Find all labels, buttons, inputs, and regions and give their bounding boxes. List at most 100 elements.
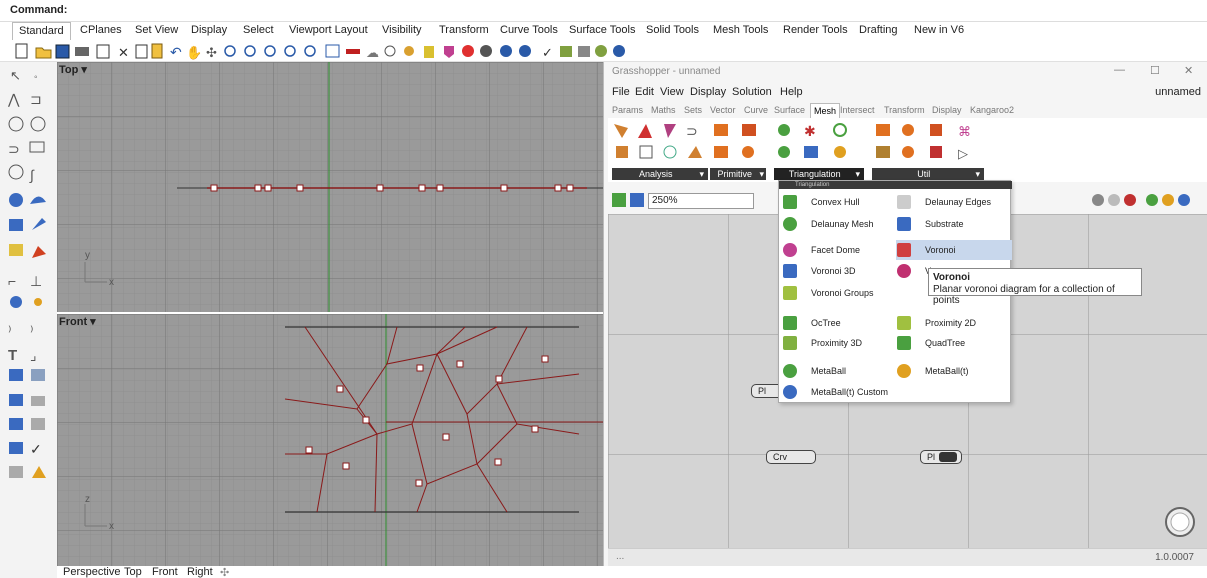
dimension-icon: ⌟	[30, 347, 37, 363]
tab-viewport-layout[interactable]: Viewport Layout	[289, 24, 368, 36]
tab-cplanes[interactable]: CPlanes	[80, 24, 122, 36]
tab-solid-tools[interactable]: Solid Tools	[646, 24, 699, 36]
maximize-icon[interactable]: ☐	[1150, 64, 1160, 77]
status-message: ...	[616, 551, 625, 562]
gh-tab-maths[interactable]: Maths	[651, 105, 676, 115]
left-tool-icons[interactable]: ↖ ◦ ⋀ ⊐ ⊃ ∫ ⌐ ⊥ ⁾ ⁾ T ⌟ ✓	[0, 62, 57, 578]
gh-tab-params[interactable]: Params	[612, 105, 643, 115]
gh-tab-mesh[interactable]: Mesh	[810, 103, 841, 118]
tab-display[interactable]: Display	[191, 24, 227, 36]
voronoi-edge	[316, 453, 328, 513]
menu-item-metaball-t[interactable]: MetaBall(t)	[897, 362, 1009, 382]
viewport-tab-front[interactable]: Front	[152, 566, 178, 578]
gh-file-icons[interactable]	[608, 188, 648, 212]
gh-tab-kangaroo2[interactable]: Kangaroo2	[970, 105, 1014, 115]
menu-item-proximity-3d[interactable]: Proximity 3D	[783, 334, 893, 354]
group-primitive[interactable]: Primitive ▾	[710, 168, 766, 180]
menu-item-metaball-t-custom[interactable]: MetaBall(t) Custom	[783, 383, 923, 403]
group-analysis[interactable]: Analysis ▾	[612, 168, 708, 180]
viewport-tab-right[interactable]: Right	[187, 566, 213, 578]
command-bar[interactable]: Command:	[0, 0, 1207, 22]
gh-menu-edit[interactable]: Edit	[635, 86, 654, 98]
compass-inner	[1170, 512, 1190, 532]
polyline-icon: ⋀	[7, 91, 20, 107]
gh-tab-intersect[interactable]: Intersect	[840, 105, 875, 115]
metaball-icon	[833, 123, 847, 137]
tab-drafting[interactable]: Drafting	[859, 24, 898, 36]
point-marker	[456, 360, 464, 368]
node-crv[interactable]: Crv	[766, 450, 816, 464]
tab-visibility[interactable]: Visibility	[382, 24, 422, 36]
navigation-compass[interactable]	[1160, 502, 1200, 542]
rotate-view-icon: ✣	[206, 45, 217, 60]
gh-preview-icons[interactable]	[1088, 188, 1207, 212]
gh-menu-display[interactable]: Display	[690, 86, 726, 98]
node-pl-2[interactable]: Pl	[920, 450, 962, 464]
menu-item-proximity-2d[interactable]: Proximity 2D	[897, 314, 1009, 334]
menu-item-convex-hull[interactable]: Convex Hull	[783, 193, 893, 213]
proximity-2d-item-icon	[897, 316, 911, 330]
menu-item-voronoi-groups[interactable]: Voronoi Groups	[783, 284, 893, 304]
tab-curve-tools[interactable]: Curve Tools	[500, 24, 558, 36]
gh-menu-file[interactable]: File	[612, 86, 630, 98]
close-icon[interactable]: ✕	[1184, 64, 1193, 77]
voronoi-3d-item-icon	[783, 264, 797, 278]
menu-item-substrate[interactable]: Substrate	[897, 215, 1009, 235]
trim-icon: ⊥	[30, 273, 42, 289]
viewport-front[interactable]: Front ▾ z x	[57, 314, 610, 566]
point-marker	[418, 184, 426, 192]
preview-wire-icon	[1108, 194, 1120, 206]
tab-select[interactable]: Select	[243, 24, 274, 36]
save-icon	[55, 44, 70, 59]
drafting-icon	[31, 369, 45, 381]
gh-tab-curve[interactable]: Curve	[744, 105, 768, 115]
menu-item-delaunay-mesh[interactable]: Delaunay Mesh	[783, 215, 893, 235]
solid-box-icon	[9, 219, 23, 231]
tab-surface-tools[interactable]: Surface Tools	[569, 24, 635, 36]
viewport-top[interactable]: Top ▾ y x	[57, 62, 610, 312]
viewport-tab-top[interactable]: Top	[124, 566, 142, 578]
viewport-tab-perspective[interactable]: Perspective	[63, 566, 120, 578]
menu-item-delaunay-edges[interactable]: Delaunay Edges	[897, 193, 1009, 213]
node-output-handle[interactable]	[939, 452, 957, 462]
options-icon: ✓	[542, 45, 553, 60]
voronoi-edge	[411, 423, 428, 485]
tab-render-tools[interactable]: Render Tools	[783, 24, 848, 36]
menu-item-facet-dome[interactable]: Facet Dome	[783, 241, 893, 261]
menu-item-quadtree[interactable]: QuadTree	[897, 334, 1009, 354]
tab-standard[interactable]: Standard	[12, 22, 71, 40]
point-marker	[500, 184, 508, 192]
gh-tab-vector[interactable]: Vector	[710, 105, 736, 115]
transform-icon	[32, 466, 46, 478]
mesh-sphere-ex-icon	[742, 146, 754, 158]
pan-icon: ✋	[186, 45, 202, 60]
gh-tab-transform[interactable]: Transform	[884, 105, 925, 115]
minimize-icon[interactable]: —	[1114, 64, 1125, 76]
menu-item-octree[interactable]: OcTree	[783, 314, 893, 334]
gh-tab-display[interactable]: Display	[932, 105, 962, 115]
gh-menu-view[interactable]: View	[660, 86, 684, 98]
toolbar-icons[interactable]: ✕ ↶ ✋ ✣ ☁ ✓	[0, 40, 760, 62]
group-util[interactable]: Util ▾	[872, 168, 984, 180]
point-marker	[254, 184, 262, 192]
curve-icon: ⊐	[30, 91, 42, 107]
menu-item-voronoi-3d[interactable]: Voronoi 3D	[783, 262, 893, 282]
gh-tab-sets[interactable]: Sets	[684, 105, 702, 115]
metaball-item-icon	[783, 364, 797, 378]
point-marker	[416, 364, 424, 372]
menu-item-voronoi[interactable]: Voronoi	[897, 241, 1009, 261]
zoom-input[interactable]: 250%	[648, 193, 754, 209]
gh-menu-solution[interactable]: Solution	[732, 86, 772, 98]
measure-icon	[31, 418, 45, 430]
tab-transform[interactable]: Transform	[439, 24, 489, 36]
arc-icon: ⊃	[8, 141, 20, 157]
menu-item-metaball[interactable]: MetaBall	[783, 362, 893, 382]
group-triangulation[interactable]: Triangulation ▾	[774, 168, 864, 180]
tab-new-in-v6[interactable]: New in V6	[914, 24, 964, 36]
gh-menu-help[interactable]: Help	[780, 86, 803, 98]
viewport-tab-add-icon[interactable]: ✣	[220, 566, 229, 578]
gh-tab-surface[interactable]: Surface	[774, 105, 805, 115]
point-marker	[494, 458, 502, 466]
tab-set-view[interactable]: Set View	[135, 24, 178, 36]
tab-mesh-tools[interactable]: Mesh Tools	[713, 24, 768, 36]
